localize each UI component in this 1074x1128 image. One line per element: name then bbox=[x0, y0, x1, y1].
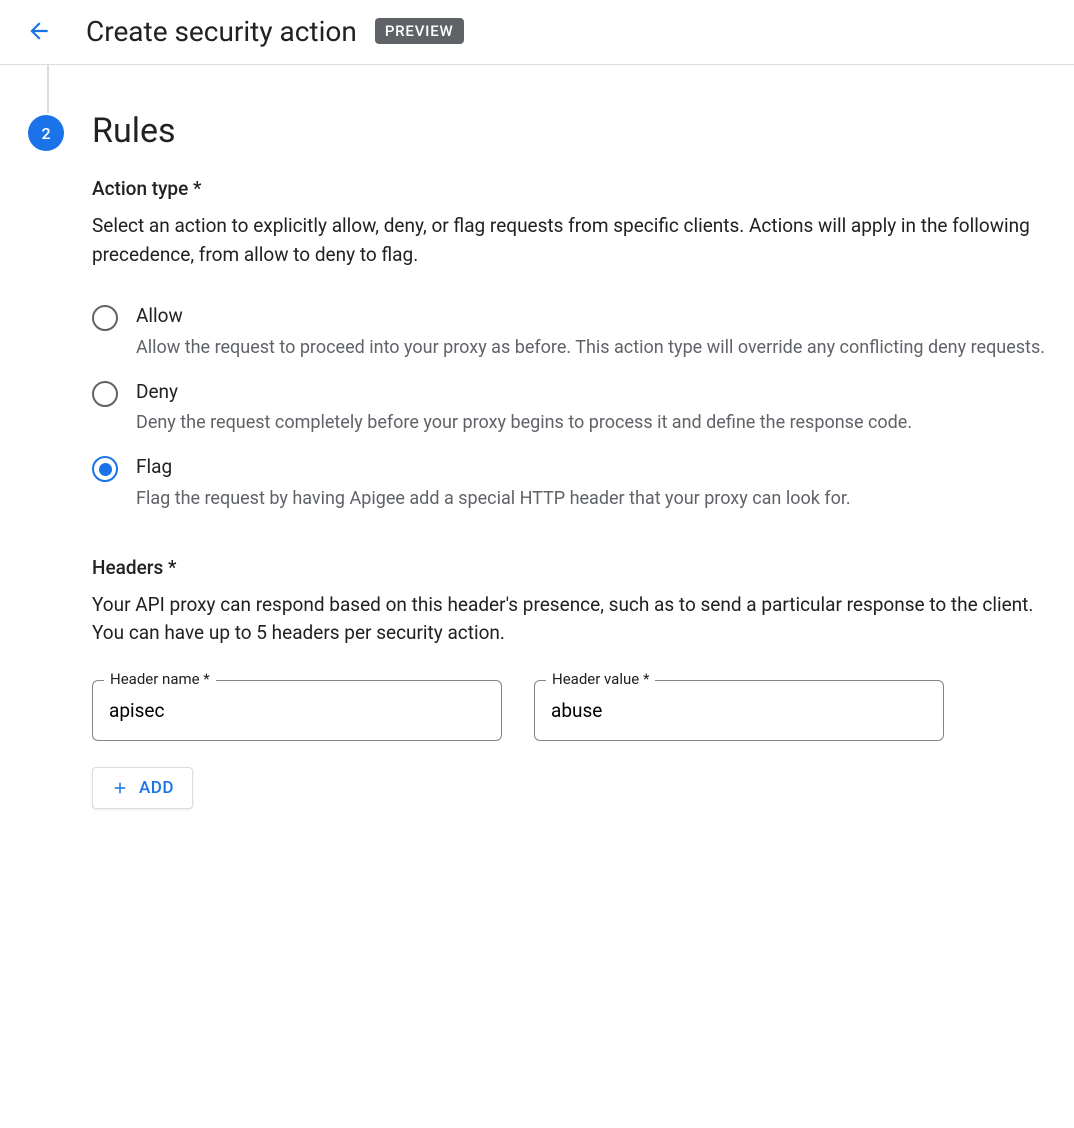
step-connector bbox=[47, 65, 49, 113]
step-title: Rules bbox=[92, 111, 1052, 151]
radio-label: Deny bbox=[136, 379, 912, 406]
header-value-input[interactable] bbox=[534, 680, 944, 741]
radio-icon bbox=[92, 381, 118, 407]
preview-badge: PREVIEW bbox=[375, 18, 464, 44]
action-type-radio-group: Allow Allow the request to proceed into … bbox=[92, 303, 1052, 512]
header-value-label: Header value * bbox=[546, 670, 655, 688]
radio-description: Flag the request by having Apigee add a … bbox=[136, 485, 851, 512]
page-title-wrap: Create security action PREVIEW bbox=[86, 15, 464, 48]
radio-description: Deny the request completely before your … bbox=[136, 409, 912, 436]
headers-description: Your API proxy can respond based on this… bbox=[92, 591, 1052, 648]
header-name-label: Header name * bbox=[104, 670, 216, 688]
header-name-field: Header name * bbox=[92, 680, 502, 741]
step-number-badge: 2 bbox=[28, 115, 64, 151]
plus-icon bbox=[111, 779, 129, 797]
add-button-label: ADD bbox=[139, 778, 174, 798]
radio-icon bbox=[92, 456, 118, 482]
arrow-left-icon bbox=[26, 18, 52, 44]
headers-label: Headers * bbox=[92, 556, 1052, 579]
radio-icon bbox=[92, 305, 118, 331]
add-header-button[interactable]: ADD bbox=[92, 767, 193, 809]
radio-label: Allow bbox=[136, 303, 1045, 330]
page-title: Create security action bbox=[86, 15, 357, 48]
header-name-input[interactable] bbox=[92, 680, 502, 741]
radio-option-allow[interactable]: Allow Allow the request to proceed into … bbox=[92, 303, 1052, 361]
header-value-field: Header value * bbox=[534, 680, 944, 741]
radio-option-deny[interactable]: Deny Deny the request completely before … bbox=[92, 379, 1052, 437]
radio-option-flag[interactable]: Flag Flag the request by having Apigee a… bbox=[92, 454, 1052, 512]
action-type-label: Action type * bbox=[92, 177, 1052, 200]
back-button[interactable] bbox=[22, 14, 56, 48]
radio-label: Flag bbox=[136, 454, 851, 481]
action-type-description: Select an action to explicitly allow, de… bbox=[92, 212, 1052, 269]
radio-description: Allow the request to proceed into your p… bbox=[136, 334, 1045, 361]
